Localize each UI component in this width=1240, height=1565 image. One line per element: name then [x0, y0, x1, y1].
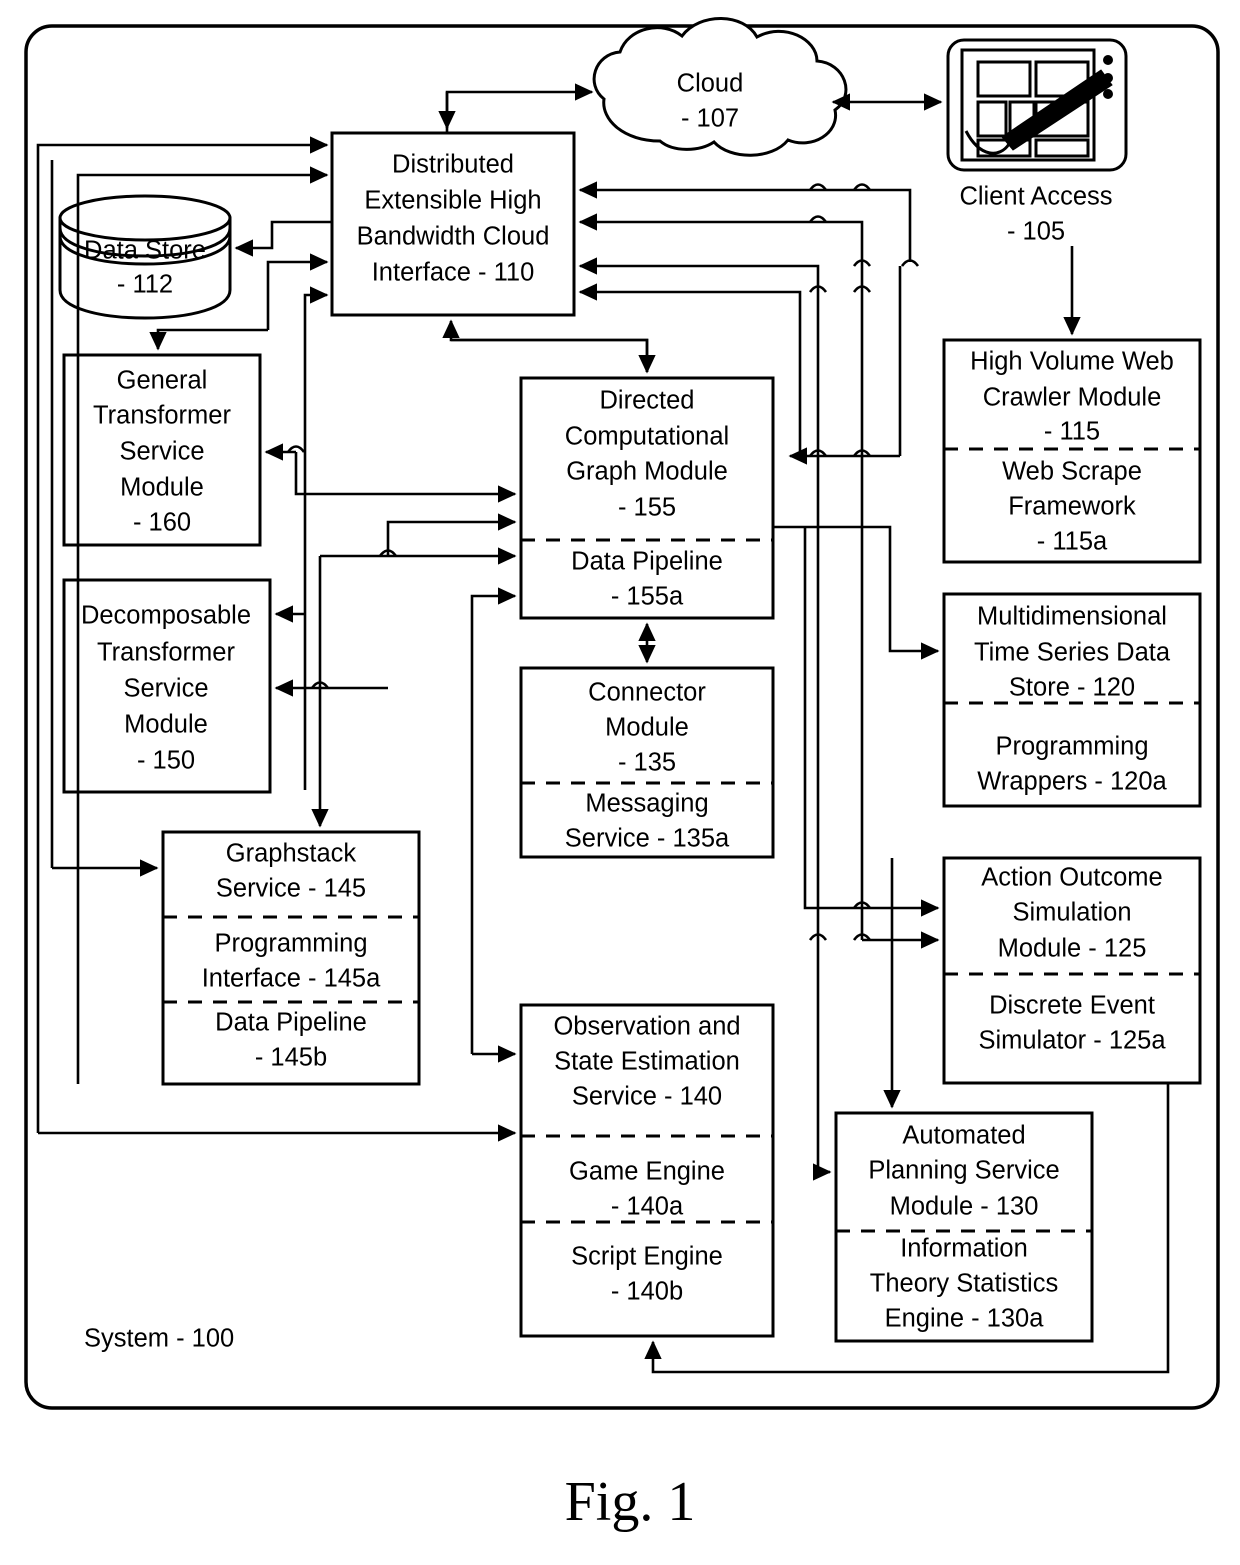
cloud-label-line2: - 107	[681, 105, 739, 133]
system-architecture-diagram: System - 100 Cloud - 107 Client Access -…	[24, 17, 1220, 1533]
action-sub1-line2: Simulator - 125a	[978, 1027, 1166, 1055]
action-outcome-simulation-node: Action Outcome Simulation Module - 125 D…	[942, 856, 1202, 1085]
timeseries-sub1-line1: Programming	[995, 733, 1148, 761]
client-access-label-line2: - 105	[1007, 218, 1065, 246]
crawler-head-line1: High Volume Web	[970, 348, 1174, 376]
directed-computational-graph-node: Directed Computational Graph Module - 15…	[519, 376, 775, 620]
general-transformer-line2: Transformer	[93, 402, 231, 430]
cloud-interface-node: Distributed Extensible High Bandwidth Cl…	[330, 131, 576, 317]
dcg-head-line1: Directed	[600, 387, 695, 415]
timeseries-head-line3: Store - 120	[1009, 674, 1135, 702]
cloud-interface-line4: Interface - 110	[372, 259, 535, 287]
figure-root: System - 100 Cloud - 107 Client Access -…	[0, 0, 1240, 1565]
observation-head-line1: Observation and	[553, 1013, 740, 1041]
observation-sub1-line1: Game Engine	[569, 1158, 725, 1186]
timeseries-head-line1: Multidimensional	[977, 603, 1167, 631]
planning-head-line3: Module - 130	[890, 1193, 1039, 1221]
figure-caption: Fig. 1	[565, 1471, 696, 1533]
web-crawler-node: High Volume Web Crawler Module - 115 Web…	[942, 338, 1202, 564]
cloud-interface-line2: Extensible High	[364, 187, 541, 215]
connector-module-node: Connector Module - 135 Messaging Service…	[519, 666, 775, 859]
general-transformer-line3: Service	[119, 438, 204, 466]
connector-head-line3: - 135	[618, 749, 676, 777]
dcg-head-line4: - 155	[618, 494, 676, 522]
dcg-sub1-line2: - 155a	[611, 583, 684, 611]
planning-sub1-line3: Engine - 130a	[885, 1305, 1045, 1333]
graphstack-head-line1: Graphstack	[226, 840, 357, 868]
general-transformer-node: General Transformer Service Module - 160	[62, 353, 262, 547]
connector-head-line1: Connector	[588, 679, 706, 707]
cloud-interface-line3: Bandwidth Cloud	[357, 223, 550, 251]
crawler-sub1-line1: Web Scrape	[1002, 458, 1142, 486]
decomposable-transformer-line4: Module	[124, 711, 208, 739]
connector-sub1-line1: Messaging	[585, 790, 708, 818]
decomposable-transformer-line2: Transformer	[97, 639, 235, 667]
decomposable-transformer-line5: - 150	[137, 747, 195, 775]
crawler-sub1-line2: Framework	[1008, 493, 1136, 521]
planning-head-line2: Planning Service	[868, 1157, 1059, 1185]
connector-head-line2: Module	[605, 714, 689, 742]
crawler-head-line2: Crawler Module	[983, 384, 1162, 412]
planning-sub1-line1: Information	[900, 1235, 1028, 1263]
cloud-label-line1: Cloud	[677, 70, 744, 98]
crawler-sub1-line3: - 115a	[1037, 528, 1108, 556]
action-sub1-line1: Discrete Event	[989, 992, 1155, 1020]
general-transformer-line1: General	[117, 367, 208, 395]
client-access-label-line1: Client Access	[959, 183, 1112, 211]
data-store-line1: Data Store	[84, 237, 206, 265]
decomposable-transformer-line1: Decomposable	[81, 602, 251, 630]
connector-sub1-line2: Service - 135a	[565, 825, 730, 853]
observation-sub1-line2: - 140a	[611, 1193, 684, 1221]
system-label: System - 100	[84, 1325, 234, 1353]
client-access-device-icon	[946, 38, 1128, 172]
observation-sub2-line2: - 140b	[611, 1278, 683, 1306]
timeseries-head-line2: Time Series Data	[974, 639, 1171, 667]
dcg-sub1-line1: Data Pipeline	[571, 548, 723, 576]
automated-planning-node: Automated Planning Service Module - 130 …	[834, 1111, 1094, 1343]
action-head-line3: Module - 125	[998, 935, 1147, 963]
cloud-interface-line1: Distributed	[392, 151, 514, 179]
action-head-line1: Action Outcome	[981, 864, 1162, 892]
observation-head-line2: State Estimation	[554, 1048, 740, 1076]
crawler-head-line3: - 115	[1044, 418, 1100, 446]
observation-sub2-line1: Script Engine	[571, 1243, 723, 1271]
graphstack-node: Graphstack Service - 145 Programming Int…	[161, 830, 421, 1086]
timeseries-sub1-line2: Wrappers - 120a	[977, 768, 1167, 796]
observation-state-estimation-node: Observation and State Estimation Service…	[519, 1003, 775, 1338]
planning-head-line1: Automated	[902, 1122, 1025, 1150]
graphstack-head-line2: Service - 145	[216, 875, 366, 903]
graphstack-sub1-line1: Programming	[214, 930, 367, 958]
planning-sub1-line2: Theory Statistics	[870, 1270, 1058, 1298]
graphstack-sub1-line2: Interface - 145a	[202, 965, 381, 993]
general-transformer-line4: Module	[120, 474, 204, 502]
decomposable-transformer-node: Decomposable Transformer Service Module …	[62, 578, 272, 794]
data-store-node: Data Store - 112	[58, 194, 232, 320]
dcg-head-line2: Computational	[565, 423, 729, 451]
time-series-data-store-node: Multidimensional Time Series Data Store …	[942, 592, 1202, 808]
general-transformer-line5: - 160	[133, 509, 191, 537]
graphstack-sub2-line2: - 145b	[255, 1044, 327, 1072]
graphstack-sub2-line1: Data Pipeline	[215, 1009, 367, 1037]
observation-head-line3: Service - 140	[572, 1083, 722, 1111]
data-store-line2: - 112	[117, 271, 173, 299]
action-head-line2: Simulation	[1012, 899, 1131, 927]
dcg-head-line3: Graph Module	[566, 458, 728, 486]
decomposable-transformer-line3: Service	[123, 675, 208, 703]
